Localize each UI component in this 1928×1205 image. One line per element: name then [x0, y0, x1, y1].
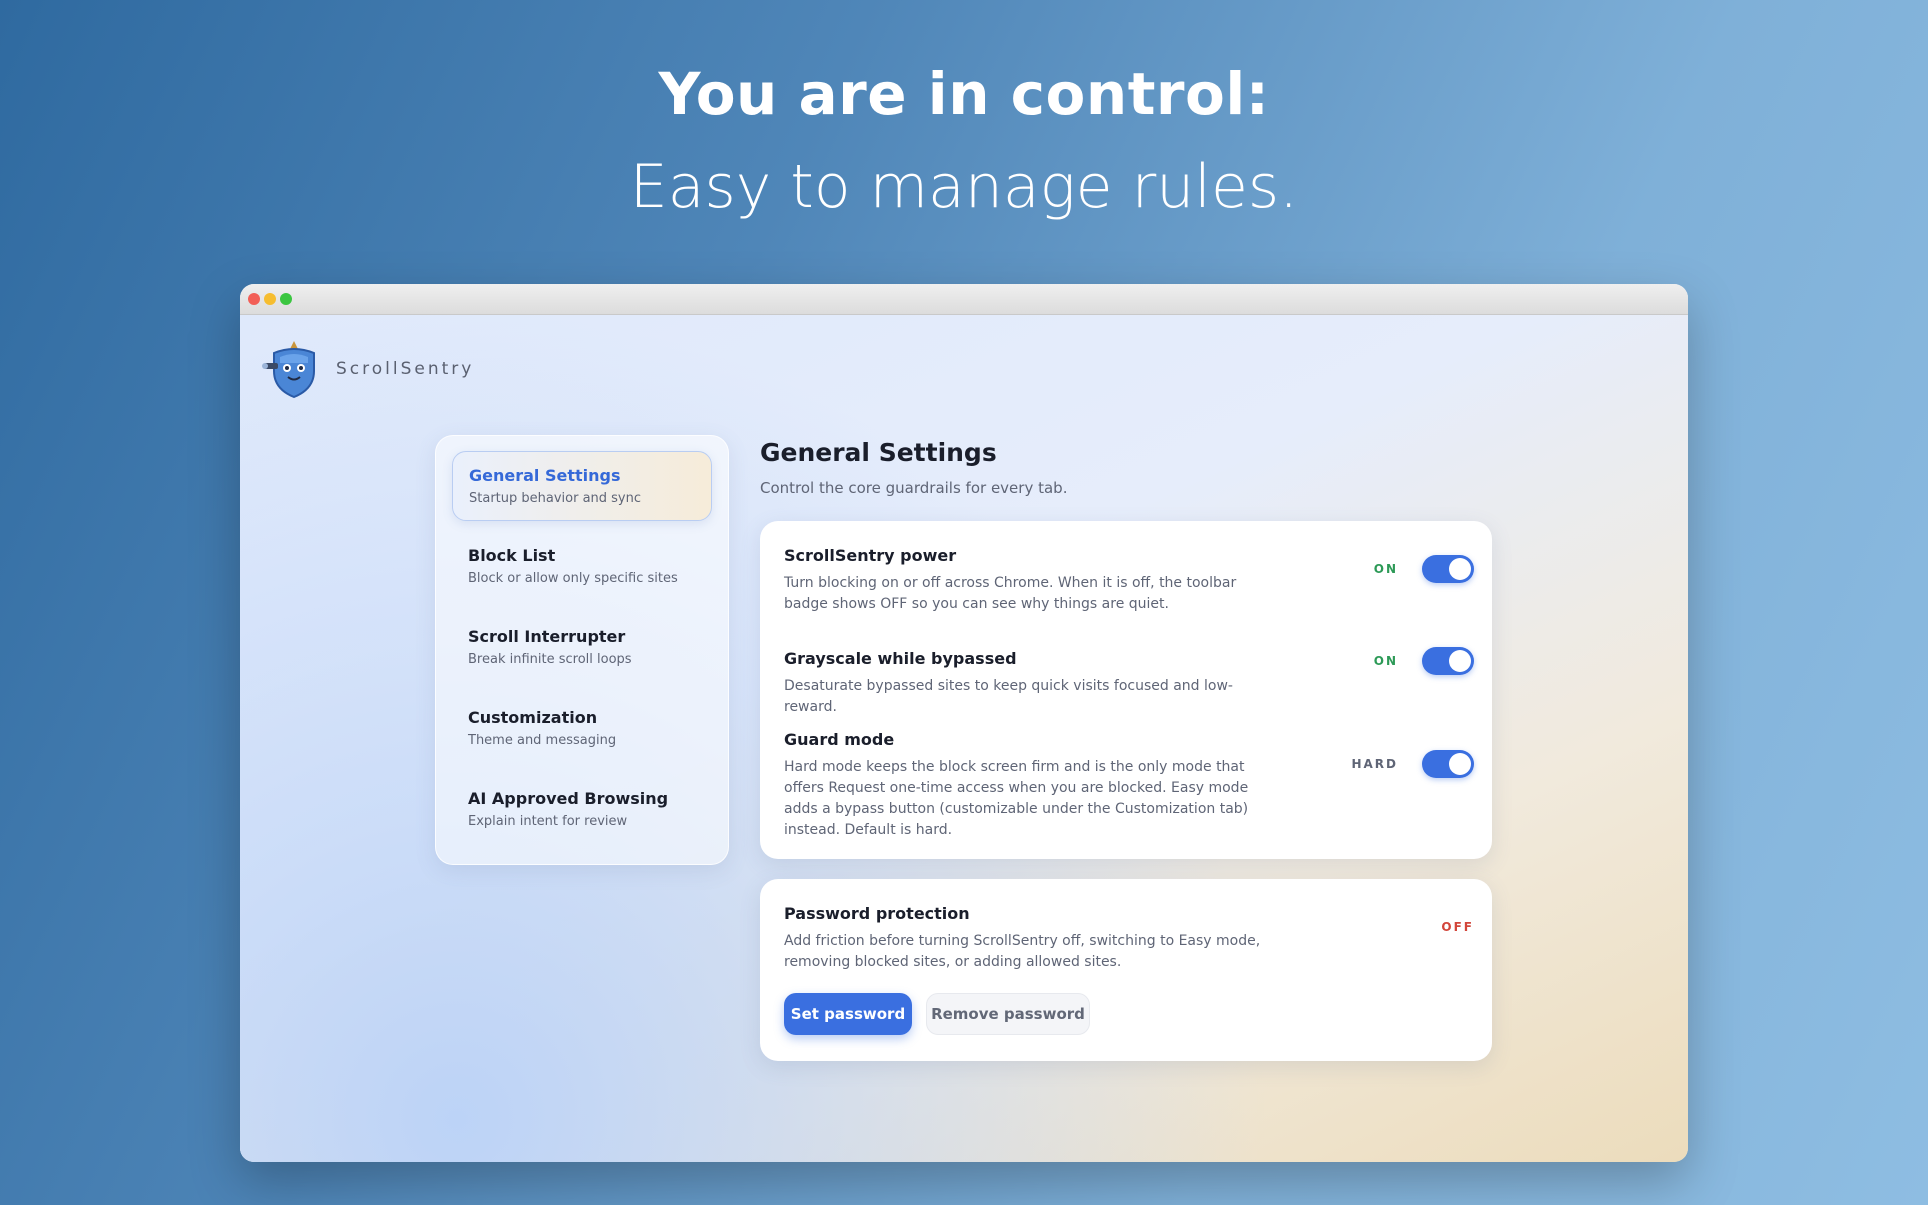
sidebar-item-general-settings[interactable]: General Settings Startup behavior and sy…: [452, 451, 712, 521]
sidebar-item-block-list[interactable]: Block List Block or allow only specific …: [452, 532, 712, 602]
status-badge: HARD: [1351, 757, 1398, 771]
sidebar-item-label: Block List: [468, 546, 556, 565]
setting-description: Desaturate bypassed sites to keep quick …: [784, 678, 1233, 715]
setting-row-grayscale: Grayscale while bypassed Desaturate bypa…: [784, 647, 1474, 718]
setting-description: Add friction before turning ScrollSentry…: [784, 933, 1261, 970]
sidebar-item-description: Startup behavior and sync: [469, 491, 642, 506]
set-password-button[interactable]: Set password: [784, 993, 912, 1035]
app-name: ScrollSentry: [336, 359, 475, 379]
hero-title: You are in control:: [658, 60, 1270, 128]
power-toggle[interactable]: [1422, 555, 1474, 583]
page-subtitle: Control the core guardrails for every ta…: [760, 479, 1068, 497]
sidebar-item-label: AI Approved Browsing: [468, 789, 669, 808]
setting-row-password: Password protection Add friction before …: [784, 904, 1474, 973]
zoom-window-button[interactable]: [280, 293, 292, 305]
setting-description: Hard mode keeps the block screen firm an…: [784, 759, 1249, 838]
app-window: ScrollSentry General Settings Startup be…: [240, 284, 1688, 1162]
toggle-knob: [1449, 650, 1471, 672]
app-content: ScrollSentry General Settings Startup be…: [240, 315, 1688, 1162]
sidebar-item-label: Customization: [468, 708, 598, 727]
close-window-button[interactable]: [248, 293, 260, 305]
sidebar-item-label: Scroll Interrupter: [468, 627, 626, 646]
status-badge: OFF: [1441, 920, 1474, 934]
status-badge: ON: [1373, 654, 1398, 668]
general-settings-card: ScrollSentry power Turn blocking on or o…: [760, 521, 1492, 859]
setting-title: Password protection: [784, 904, 970, 923]
setting-row-guard-mode: Guard mode Hard mode keeps the block scr…: [784, 730, 1474, 841]
status-badge: ON: [1373, 562, 1398, 576]
setting-title: Grayscale while bypassed: [784, 649, 1017, 668]
sidebar-item-description: Break infinite scroll loops: [468, 652, 632, 667]
toggle-knob: [1449, 558, 1471, 580]
settings-sidebar: General Settings Startup behavior and sy…: [435, 435, 729, 865]
toggle-knob: [1449, 753, 1471, 775]
sidebar-item-description: Theme and messaging: [468, 733, 617, 748]
shield-mascot-icon: [262, 341, 315, 399]
sidebar-item-scroll-interrupter[interactable]: Scroll Interrupter Break infinite scroll…: [452, 613, 712, 683]
guard-mode-toggle[interactable]: [1422, 750, 1474, 778]
sidebar-item-ai-approved-browsing[interactable]: AI Approved Browsing Explain intent for …: [452, 775, 712, 845]
page-title: General Settings: [760, 438, 997, 467]
hero-subtitle: Easy to manage rules.: [629, 152, 1299, 222]
password-card: Password protection Add friction before …: [760, 879, 1492, 1061]
grayscale-toggle[interactable]: [1422, 647, 1474, 675]
remove-password-button[interactable]: Remove password: [926, 993, 1090, 1035]
sidebar-item-description: Block or allow only specific sites: [468, 571, 678, 586]
setting-title: Guard mode: [784, 730, 895, 749]
setting-description: Turn blocking on or off across Chrome. W…: [784, 575, 1237, 612]
setting-row-power: ScrollSentry power Turn blocking on or o…: [784, 546, 1474, 615]
window-titlebar: [240, 284, 1688, 315]
sidebar-item-description: Explain intent for review: [468, 814, 628, 829]
app-logo: ScrollSentry: [262, 337, 474, 401]
minimize-window-button[interactable]: [264, 293, 276, 305]
setting-title: ScrollSentry power: [784, 546, 957, 565]
sidebar-item-customization[interactable]: Customization Theme and messaging: [452, 694, 712, 764]
sidebar-item-label: General Settings: [469, 466, 621, 485]
